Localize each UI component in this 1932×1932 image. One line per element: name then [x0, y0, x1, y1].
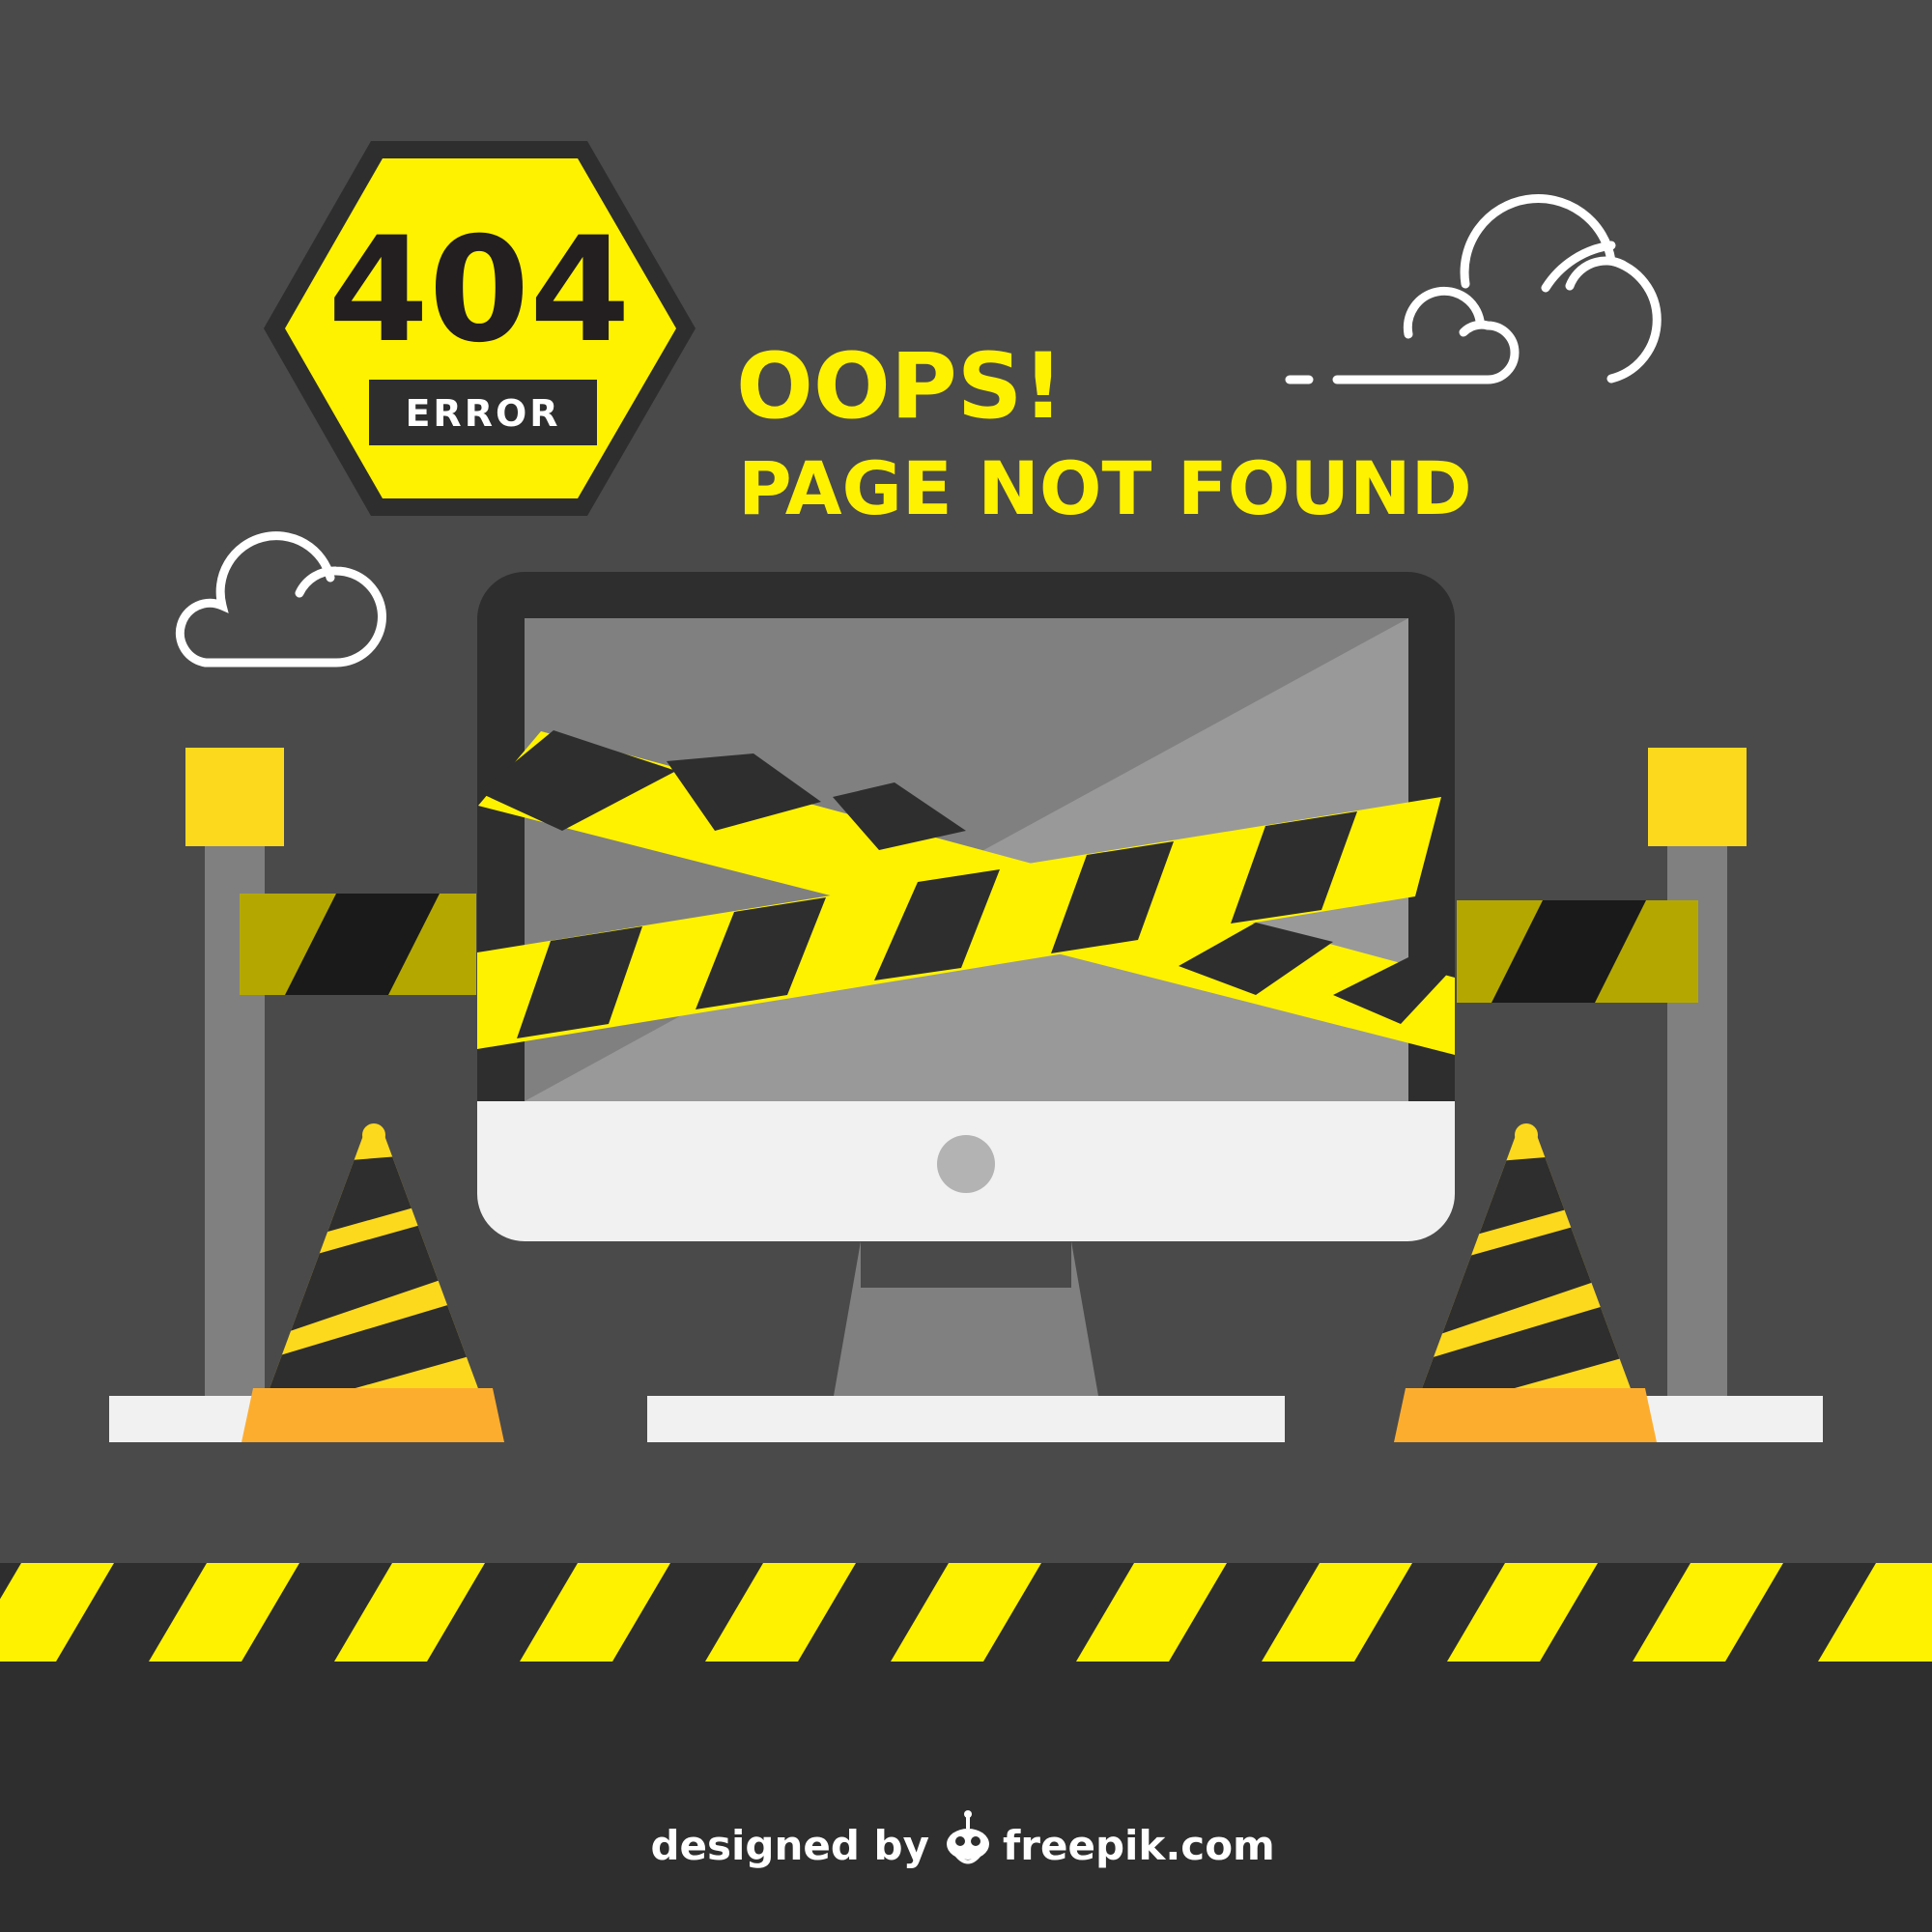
- caution-tape-icon: [1457, 900, 1698, 1003]
- error-label: ERROR: [405, 392, 560, 435]
- caution-tape-icon: [0, 1563, 1932, 1662]
- page-subtitle: PAGE NOT FOUND: [738, 445, 1472, 531]
- error-page: 404 ERROR OOPS! PAGE NOT FOUND designed …: [0, 0, 1932, 1932]
- page-title: OOPS!: [736, 334, 1064, 440]
- power-button: [937, 1135, 995, 1193]
- footer-band: [0, 1662, 1932, 1932]
- illustration: 404 ERROR OOPS! PAGE NOT FOUND designed …: [0, 0, 1932, 1932]
- ground-slab: [647, 1396, 1285, 1442]
- monitor-neck: [861, 1241, 1071, 1288]
- caution-tape-icon: [240, 894, 476, 995]
- credit-prefix: designed by: [650, 1822, 929, 1869]
- ground-slab: [1633, 1396, 1823, 1442]
- credit-site: freepik.com: [1003, 1822, 1275, 1869]
- error-code: 404: [327, 207, 630, 375]
